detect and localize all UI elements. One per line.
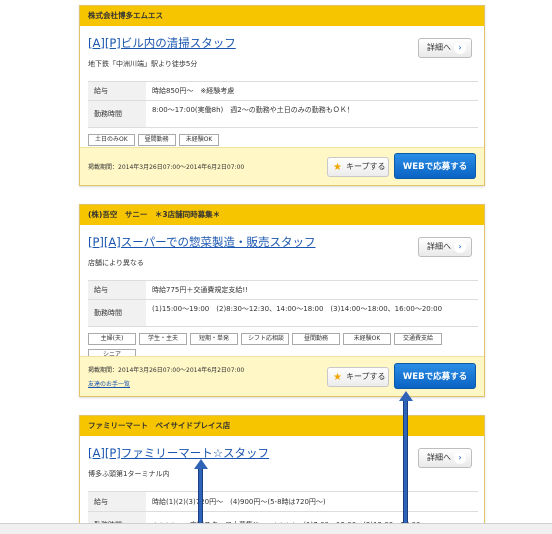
detail-button[interactable]: 詳細へ › [418, 237, 472, 257]
tag: 未経験OK [343, 333, 391, 345]
company-name: ファミリーマート ベイサイドプレイス店 [80, 416, 484, 436]
posting-period: 掲載期間：2014年3月26日07:00～2014年6月2日07:00 [88, 164, 245, 171]
keep-button-label: キープする [346, 372, 386, 381]
annotation-arrow-apply [403, 400, 408, 534]
job-card-1: 株式会社博多エムエス [A][P]ビル内の清掃スタッフ 地下鉄「中洲川端」駅より… [79, 5, 485, 186]
salary-value: 時給850円～ ※経験考慮 [146, 81, 478, 101]
access-info: 店舗により異なる [88, 259, 144, 267]
keep-button[interactable]: ★ キープする [327, 367, 389, 387]
job-info-table: 給与 時給775円＋交通費規定支給!! 勤務時間 (1)15:00～19:00 … [88, 280, 478, 327]
tag: 未経験OK [178, 134, 220, 146]
hours-label: 勤務時間 [88, 100, 146, 128]
tag: 昼間勤務 [292, 333, 340, 345]
company-name: 株式会社博多エムエス [80, 6, 484, 26]
detail-button-label: 詳細へ [427, 242, 451, 251]
detail-button-label: 詳細へ [427, 43, 451, 52]
salary-value: 時給775円＋交通費規定支給!! [146, 280, 478, 300]
job-info-table: 給与 時給850円～ ※経験考慮 勤務時間 8:00～17:00(実働8h) 週… [88, 81, 478, 128]
tag-list: 土日のみOK 昼間勤務 未経験OK [80, 128, 484, 146]
hours-value: 8:00～17:00(実働8h) 週2～の勤務や土日のみの勤務もＯＫ！ [146, 100, 478, 128]
access-info: 地下鉄「中洲川端」駅より徒歩5分 [88, 60, 198, 68]
salary-label: 給与 [88, 81, 146, 101]
annotation-arrow-title-head [194, 459, 208, 469]
star-icon: ★ [333, 372, 342, 383]
tag: 土日のみOK [88, 134, 135, 146]
chevron-right-icon: › [454, 241, 466, 253]
chevron-right-icon: › [454, 452, 466, 464]
annotation-arrow-apply-head [399, 391, 413, 401]
salary-value: 時給(1)(2)(3)720円～ (4)900円～(5-8時は720円～) [146, 491, 478, 512]
tag: 昼間勤務 [137, 134, 176, 146]
web-apply-button[interactable]: WEBで応募する [394, 363, 476, 389]
hours-label: 勤務時間 [88, 299, 146, 327]
detail-button[interactable]: 詳細へ › [418, 448, 472, 468]
tag: シフト応相談 [241, 333, 289, 345]
card-footer: 掲載期間：2014年3月26日07:00～2014年6月2日07:00 ★ キー… [80, 147, 484, 185]
job-card-2: (株)吾空 サニー ＊3店舗同時募集＊ [P][A]スーパーでの惣菜製造・販売ス… [79, 204, 485, 397]
posting-period: 掲載期間：2014年3月26日07:00～2014年6月2日07:00 [88, 367, 245, 374]
star-icon: ★ [333, 162, 342, 173]
web-apply-button[interactable]: WEBで応募する [394, 153, 476, 179]
keep-button-label: キープする [346, 162, 386, 171]
keep-button[interactable]: ★ キープする [327, 157, 389, 177]
bottom-bar [0, 523, 552, 534]
detail-button[interactable]: 詳細へ › [418, 38, 472, 58]
tag: 学生・主夫 [139, 333, 187, 345]
hours-value: (1)15:00～19:00 (2)8:30～12:30、14:00～18:00… [146, 299, 478, 327]
access-info: 博多ふ頭第1ターミナル内 [88, 470, 170, 478]
tag: 短期・単発 [190, 333, 238, 345]
salary-label: 給与 [88, 491, 146, 512]
salary-label: 給与 [88, 280, 146, 300]
detail-button-label: 詳細へ [427, 453, 451, 462]
friend-list-link[interactable]: 友達のお手一覧 [88, 379, 130, 388]
chevron-right-icon: › [454, 42, 466, 54]
company-name: (株)吾空 サニー ＊3店舗同時募集＊ [80, 205, 484, 225]
job-card-3: ファミリーマート ベイサイドプレイス店 [A][P]ファミリーマート☆スタッフ … [79, 415, 485, 534]
tag: 主婦(夫) [88, 333, 136, 345]
tag: 交通費支給 [394, 333, 442, 345]
card-footer: 掲載期間：2014年3月26日07:00～2014年6月2日07:00 友達のお… [80, 356, 484, 396]
